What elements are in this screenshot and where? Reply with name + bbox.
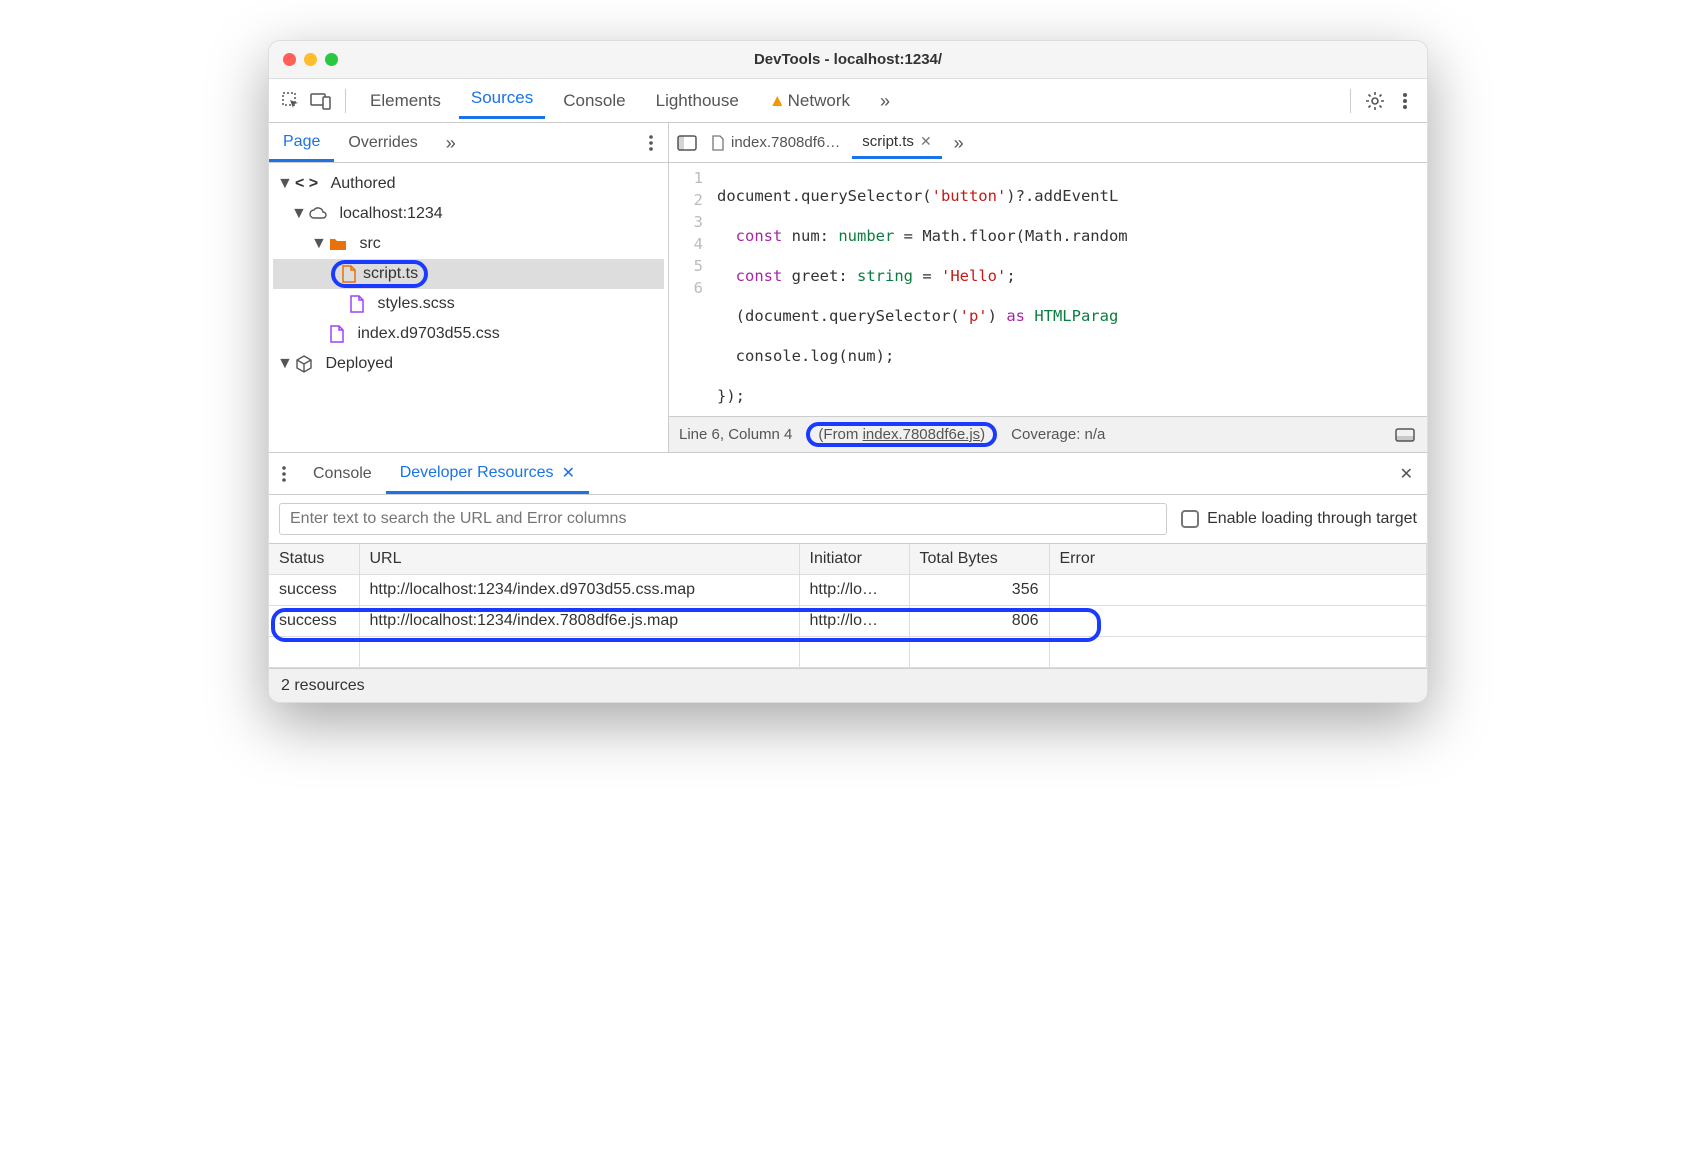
highlight-ring: script.ts xyxy=(331,260,428,288)
editor-more-tabs[interactable]: » xyxy=(944,128,974,158)
table-row[interactable]: success http://localhost:1234/index.d970… xyxy=(269,575,1427,606)
tree-label: styles.scss xyxy=(377,295,454,313)
toggle-debugger-icon[interactable] xyxy=(1393,423,1417,447)
drawer-kebab-icon[interactable] xyxy=(269,465,299,483)
tab-sources[interactable]: Sources xyxy=(459,84,545,119)
resource-count: 2 resources xyxy=(281,677,365,695)
code-editor[interactable]: 123456 document.querySelector('button')?… xyxy=(669,163,1427,416)
cloud-icon xyxy=(309,206,327,222)
file-icon xyxy=(711,135,725,151)
warning-icon: ▲ xyxy=(769,91,786,110)
editor-tab-index[interactable]: index.7808df6… xyxy=(701,128,850,157)
folder-icon xyxy=(329,237,347,251)
editor-tab-script[interactable]: script.ts ✕ xyxy=(852,127,941,159)
file-icon xyxy=(349,295,365,313)
tree-file-script-ts[interactable]: script.ts xyxy=(273,259,664,289)
separator xyxy=(1350,89,1351,113)
drawer-tabs: Console Developer Resources ✕ ✕ xyxy=(269,453,1427,495)
source-map-link[interactable]: (From index.7808df6e.js) xyxy=(818,426,985,443)
traffic-lights xyxy=(269,53,338,66)
close-drawer-tab-icon[interactable]: ✕ xyxy=(562,463,575,483)
close-drawer-icon[interactable]: ✕ xyxy=(1386,464,1427,484)
editor-tab-label: script.ts xyxy=(862,133,914,150)
tree-label: index.d9703d55.css xyxy=(357,325,499,343)
enable-loading-toggle[interactable]: Enable loading through target xyxy=(1181,510,1417,528)
checkbox-icon xyxy=(1181,510,1199,528)
settings-gear-icon[interactable] xyxy=(1363,89,1387,113)
drawer-statusbar: 2 resources xyxy=(269,668,1427,702)
nav-tab-overrides[interactable]: Overrides xyxy=(334,126,431,160)
tree-group-deployed[interactable]: ▼ Deployed xyxy=(273,349,664,379)
file-icon xyxy=(341,265,357,283)
table-row-empty xyxy=(269,637,1427,668)
drawer: Console Developer Resources ✕ ✕ Enable l… xyxy=(269,453,1427,702)
box-icon xyxy=(295,355,313,373)
code-content: document.querySelector('button')?.addEve… xyxy=(711,163,1128,416)
tree-label: src xyxy=(359,235,380,253)
tree-label: localhost:1234 xyxy=(339,205,442,223)
inspect-element-icon[interactable] xyxy=(279,89,303,113)
drawer-tab-console[interactable]: Console xyxy=(299,457,386,491)
nav-more-tabs[interactable]: » xyxy=(432,126,470,160)
tree-group-authored[interactable]: ▼< > Authored xyxy=(273,169,664,199)
tree-label: Deployed xyxy=(325,355,393,373)
nav-tab-page[interactable]: Page xyxy=(269,125,334,162)
nav-kebab-icon[interactable] xyxy=(634,134,668,152)
table-row[interactable]: success http://localhost:1234/index.7808… xyxy=(269,606,1427,637)
col-url[interactable]: URL xyxy=(359,544,799,575)
zoom-window-button[interactable] xyxy=(325,53,338,66)
file-icon xyxy=(329,325,345,343)
navigator-pane: Page Overrides » ▼< > Authored ▼ localho… xyxy=(269,123,669,452)
resources-table-wrap: Status URL Initiator Total Bytes Error s… xyxy=(269,544,1427,668)
tab-console[interactable]: Console xyxy=(551,87,637,115)
checkbox-label: Enable loading through target xyxy=(1207,510,1417,528)
device-toolbar-icon[interactable] xyxy=(309,89,333,113)
sources-split: Page Overrides » ▼< > Authored ▼ localho… xyxy=(269,123,1427,453)
coverage-status: Coverage: n/a xyxy=(1011,426,1105,443)
tree-file-styles-scss[interactable]: styles.scss xyxy=(273,289,664,319)
col-error[interactable]: Error xyxy=(1049,544,1427,575)
editor-tab-label: index.7808df6… xyxy=(731,134,840,151)
titlebar: DevTools - localhost:1234/ xyxy=(269,41,1427,79)
devtools-window: DevTools - localhost:1234/ Elements Sour… xyxy=(268,40,1428,703)
separator xyxy=(345,89,346,113)
kebab-menu-icon[interactable] xyxy=(1393,89,1417,113)
more-tabs-button[interactable]: » xyxy=(868,88,902,114)
editor-statusbar: Line 6, Column 4 (From index.7808df6e.js… xyxy=(669,416,1427,452)
navigator-tabs: Page Overrides » xyxy=(269,123,668,163)
drawer-tab-dev-resources[interactable]: Developer Resources ✕ xyxy=(386,455,589,494)
main-toolbar: Elements Sources Console Lighthouse ▲Net… xyxy=(269,79,1427,123)
toggle-navigator-icon[interactable] xyxy=(675,131,699,155)
close-tab-icon[interactable]: ✕ xyxy=(920,133,932,150)
file-tree: ▼< > Authored ▼ localhost:1234 ▼ src scr… xyxy=(269,163,668,452)
source-map-link-highlight: (From index.7808df6e.js) xyxy=(806,422,997,447)
editor-tabs: index.7808df6… script.ts ✕ » xyxy=(669,123,1427,163)
tree-label: Authored xyxy=(331,175,396,193)
cursor-position: Line 6, Column 4 xyxy=(679,426,792,443)
resources-table: Status URL Initiator Total Bytes Error s… xyxy=(269,544,1427,668)
search-input[interactable] xyxy=(279,503,1167,535)
drawer-tab-label: Developer Resources xyxy=(400,464,554,482)
col-initiator[interactable]: Initiator xyxy=(799,544,909,575)
minimize-window-button[interactable] xyxy=(304,53,317,66)
col-total-bytes[interactable]: Total Bytes xyxy=(909,544,1049,575)
tab-network-label: Network xyxy=(788,91,850,110)
window-title: DevTools - localhost:1234/ xyxy=(269,51,1427,68)
editor-pane: index.7808df6… script.ts ✕ » 123456 docu… xyxy=(669,123,1427,452)
drawer-controls: Enable loading through target xyxy=(269,495,1427,544)
code-icon: < > xyxy=(295,175,318,193)
tree-host[interactable]: ▼ localhost:1234 xyxy=(273,199,664,229)
close-window-button[interactable] xyxy=(283,53,296,66)
col-status[interactable]: Status xyxy=(269,544,359,575)
tree-folder-src[interactable]: ▼ src xyxy=(273,229,664,259)
table-header-row: Status URL Initiator Total Bytes Error xyxy=(269,544,1427,575)
tab-elements[interactable]: Elements xyxy=(358,87,453,115)
tree-file-index-css[interactable]: index.d9703d55.css xyxy=(273,319,664,349)
tab-network[interactable]: ▲Network xyxy=(757,87,862,115)
line-gutter: 123456 xyxy=(669,163,711,416)
tree-label: script.ts xyxy=(363,265,418,283)
tab-lighthouse[interactable]: Lighthouse xyxy=(644,87,751,115)
